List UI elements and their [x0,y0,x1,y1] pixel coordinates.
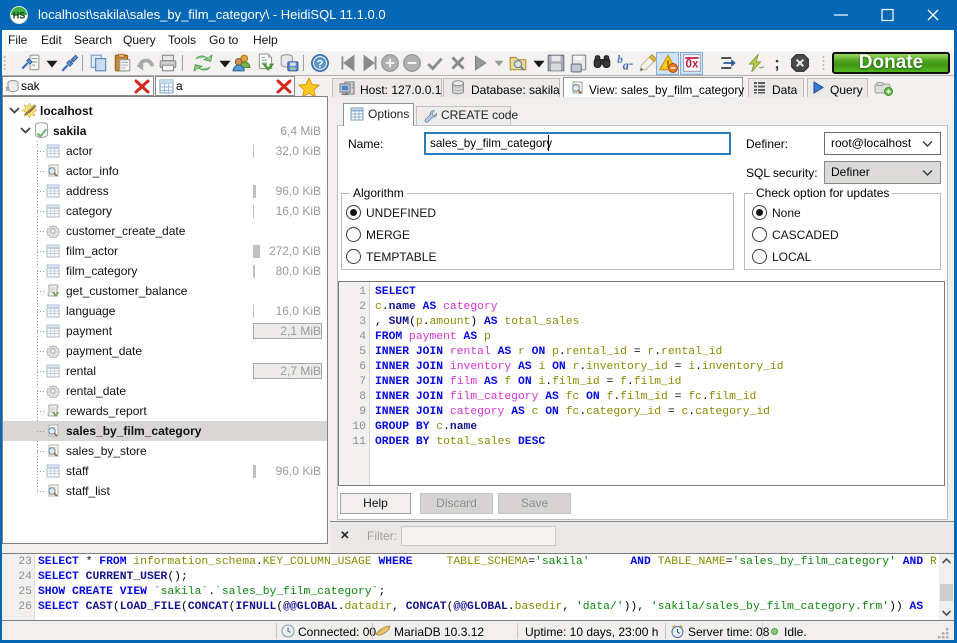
svg-text:?: ? [317,58,324,70]
svg-text:;: ; [774,54,780,73]
svg-text:HS: HS [13,11,26,21]
svg-text:0x: 0x [686,57,699,70]
svg-text:a: a [623,59,629,73]
